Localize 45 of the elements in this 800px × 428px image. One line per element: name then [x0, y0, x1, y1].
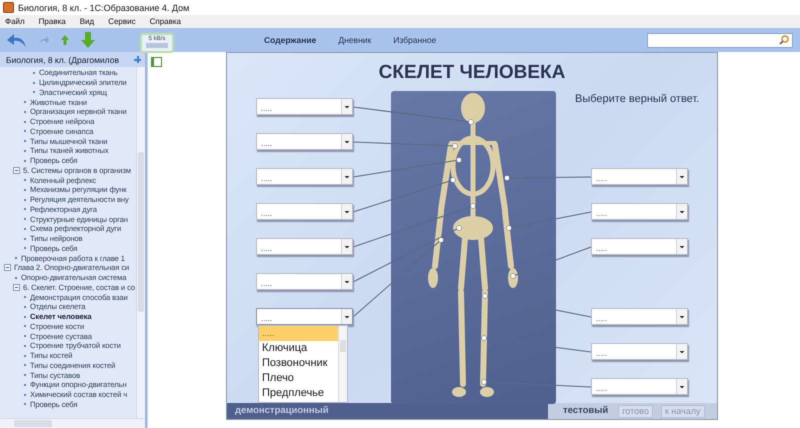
- dropdown-option[interactable]: Ключица: [259, 341, 338, 356]
- horizontal-scrollbar[interactable]: [0, 418, 145, 428]
- window-title: Биология, 8 кл. - 1С:Образование 4. Дом: [18, 2, 190, 12]
- collapse-icon[interactable]: [4, 264, 11, 272]
- tab[interactable]: Дневник: [338, 35, 372, 45]
- menu-item[interactable]: Правка: [38, 17, 66, 26]
- dropdown-field[interactable]: .....: [591, 203, 688, 220]
- dropdown-field[interactable]: .....: [256, 308, 353, 325]
- back-arrow-icon[interactable]: [6, 32, 28, 48]
- dropdown-field[interactable]: .....: [256, 273, 353, 290]
- panel-icon[interactable]: [151, 57, 162, 67]
- menu-item[interactable]: Вид: [80, 17, 94, 26]
- scrollbar[interactable]: [136, 67, 145, 418]
- exercise-title: СКЕЛЕТ ЧЕЛОВЕКА: [378, 61, 566, 85]
- dropdown-field[interactable]: .....: [591, 378, 688, 395]
- dropdown-field[interactable]: .....: [256, 168, 353, 185]
- menu-item[interactable]: Сервис: [108, 17, 136, 26]
- dropdown-option[interactable]: Позвоночник: [259, 356, 338, 371]
- instruction-text: Выберите верный ответ.: [575, 93, 700, 105]
- collapse-icon[interactable]: [13, 284, 20, 291]
- mode-tab[interactable]: демонстрационный: [227, 403, 548, 419]
- app-icon: [3, 2, 14, 13]
- menu-item[interactable]: Справка: [150, 17, 181, 26]
- dropdown-field[interactable]: .....: [256, 133, 353, 150]
- sidebar-title: Биология, 8 кл. (Драгомилов: [6, 54, 119, 64]
- dropdown-field[interactable]: .....: [591, 308, 688, 325]
- search-field[interactable]: [647, 32, 793, 48]
- tab[interactable]: Содержание: [264, 35, 316, 45]
- dropdown-option[interactable]: .....: [259, 326, 338, 341]
- mode-tab[interactable]: тестовый: [548, 403, 618, 419]
- add-icon[interactable]: [134, 56, 141, 63]
- dropdown-field[interactable]: .....: [591, 343, 688, 360]
- menu-item[interactable]: Файл: [5, 17, 25, 26]
- tab[interactable]: Избранное: [393, 35, 436, 45]
- search-icon[interactable]: [779, 35, 789, 45]
- dropdown-option[interactable]: Плечо: [259, 371, 338, 386]
- dropdown-field[interactable]: .....: [256, 238, 353, 255]
- dropdown-field[interactable]: .....: [591, 168, 688, 185]
- meter-icon: [146, 43, 168, 48]
- dropdown-field[interactable]: .....: [256, 98, 353, 115]
- dropdown-field[interactable]: .....: [256, 203, 353, 220]
- scrollbar[interactable]: [338, 326, 347, 402]
- dropdown-option[interactable]: Предплечье: [259, 386, 338, 401]
- dropdown-field[interactable]: .....: [591, 238, 688, 255]
- collapse-icon[interactable]: [13, 166, 20, 174]
